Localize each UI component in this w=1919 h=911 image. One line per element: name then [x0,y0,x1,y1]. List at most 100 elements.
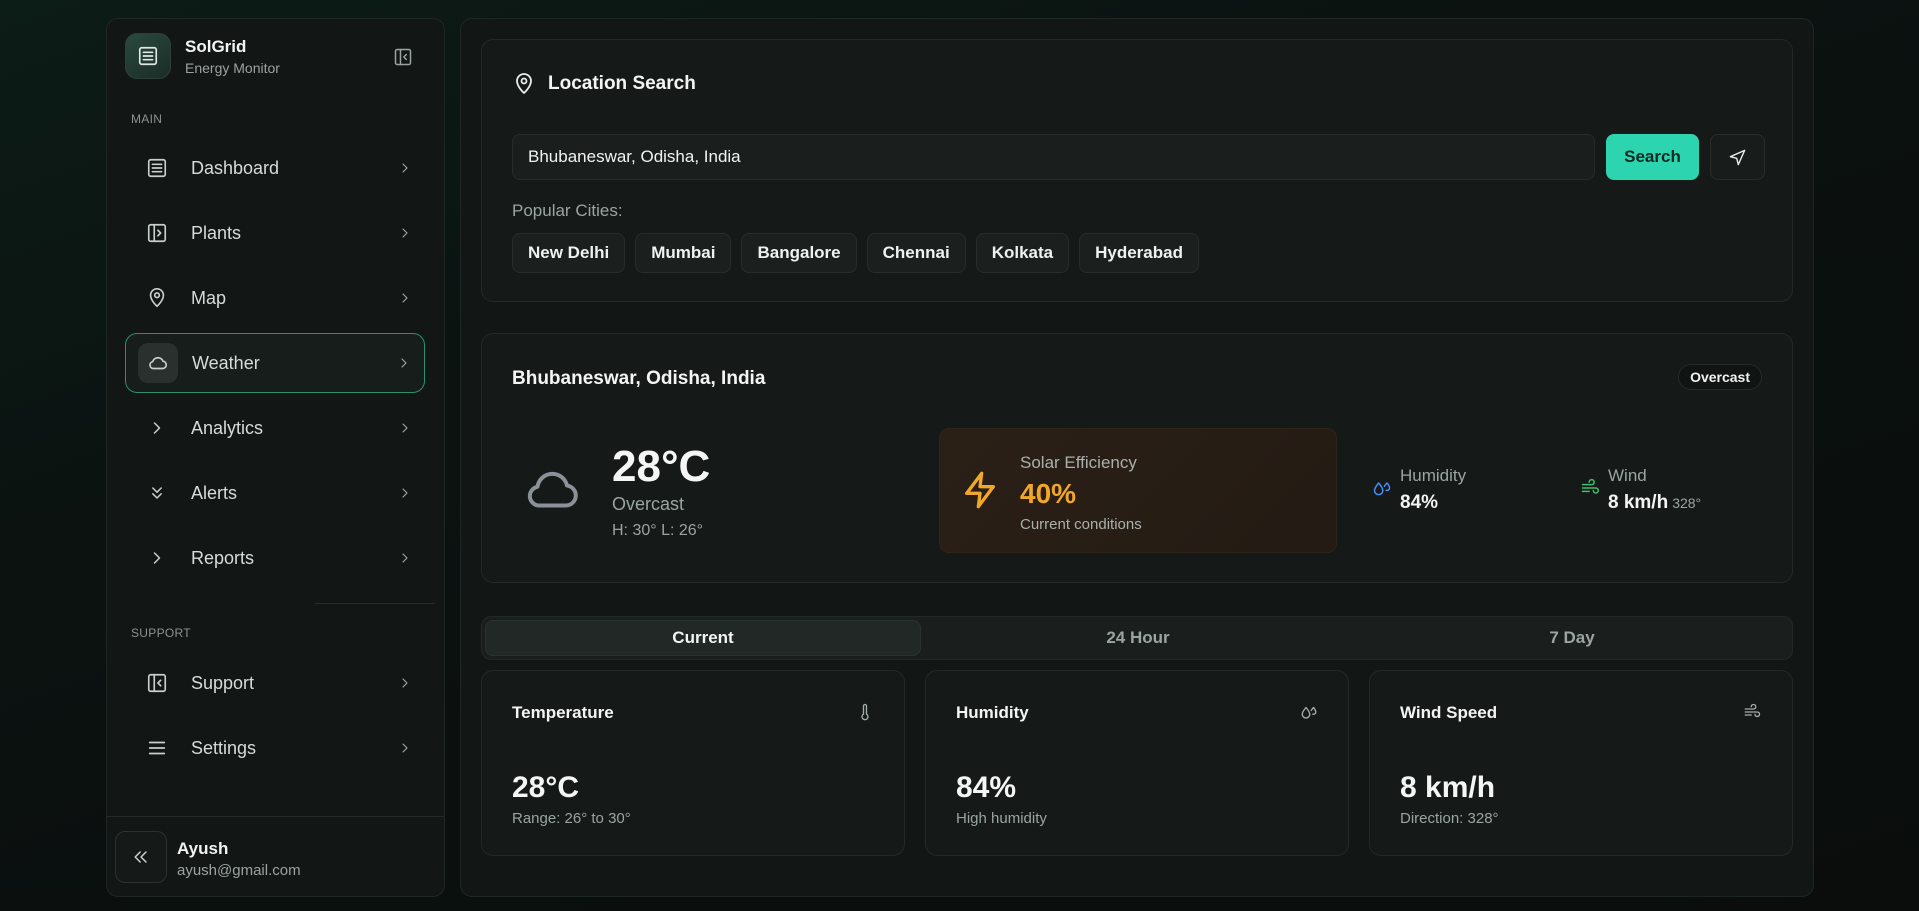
chevron-right-icon [397,675,413,691]
panel-icon [137,213,177,253]
sidebar-item-map[interactable]: Map [125,268,425,328]
sidebar-divider [315,603,435,604]
metric-title: Humidity [956,703,1029,722]
sidebar-item-label: Dashboard [191,157,280,178]
section-label-main: MAIN [131,112,163,126]
metric-sub: High humidity [956,810,1047,827]
sidebar-item-label: Support [191,672,255,693]
search-button[interactable]: Search [1606,134,1699,180]
popular-cities-label: Popular Cities: [512,201,623,220]
chevron-right-icon [137,538,177,578]
chevron-right-icon [397,290,413,306]
metric-title: Temperature [512,703,614,722]
wind-value-group: 8 km/h 328° [1608,492,1701,514]
current-condition: Overcast [612,494,685,514]
chevrons-down-icon [137,473,177,513]
solar-efficiency-label: Solar Efficiency [1020,453,1137,472]
section-label-support: SUPPORT [131,626,191,640]
chevron-right-icon [397,485,413,501]
sidebar-item-plants[interactable]: Plants [125,203,425,263]
chevron-right-icon [397,160,413,176]
sidebar-item-dashboard[interactable]: Dashboard [125,138,425,198]
chevron-right-icon [397,550,413,566]
humidity-value: 84% [1400,492,1439,513]
wind-icon [1580,478,1600,498]
sidebar-item-label: Reports [191,547,255,568]
current-location: Bhubaneswar, Odisha, India [512,368,766,389]
wind-direction: 328° [1672,495,1702,511]
sidebar-item-label: Alerts [191,482,238,503]
city-chip[interactable]: Chennai [866,233,966,273]
metric-sub: Range: 26° to 30° [512,810,631,827]
city-chip[interactable]: Mumbai [635,233,732,273]
location-search-input[interactable] [512,134,1595,180]
chevron-right-icon [137,408,177,448]
chevrons-left-icon[interactable] [115,831,167,883]
sidebar-item-label: Settings [191,737,257,758]
main-content: Location Search Search Popular Cities: N… [460,18,1814,897]
droplets-icon [1372,478,1392,498]
metric-sub: Direction: 328° [1400,810,1499,827]
city-chip[interactable]: Kolkata [975,233,1070,273]
tab-current[interactable]: Current [485,620,921,656]
humidity-card: Humidity 84% High humidity [925,670,1349,856]
thermometer-icon [856,703,874,721]
metric-value: 84% [956,771,1017,804]
map-pin-icon [512,72,536,96]
solar-efficiency-value: 40% [1020,478,1077,509]
current-temperature: 28°C [612,442,711,491]
sidebar: SolGrid Energy Monitor MAIN Dashboard Pl… [106,18,445,897]
popular-cities: New Delhi Mumbai Bangalore Chennai Kolka… [512,233,1199,273]
solar-efficiency-panel: Solar Efficiency 40% Current conditions [939,428,1337,553]
chevron-right-icon [397,420,413,436]
high-low: H: 30° L: 26° [612,522,704,539]
humidity-label: Humidity [1400,466,1467,485]
metric-title: Wind Speed [1400,703,1498,722]
chevron-right-icon [397,740,413,756]
temperature-card: Temperature 28°C Range: 26° to 30° [481,670,905,856]
chevron-right-icon [396,355,412,371]
cloud-icon [522,464,582,512]
chevron-right-icon [397,225,413,241]
sidebar-item-alerts[interactable]: Alerts [125,463,425,523]
sidebar-item-label: Analytics [191,417,264,438]
sidebar-item-label: Weather [192,352,260,373]
map-pin-icon [137,278,177,318]
condition-badge: Overcast [1678,364,1762,390]
cloud-icon [138,343,178,383]
solar-efficiency-sub: Current conditions [1020,516,1142,533]
sidebar-item-weather[interactable]: Weather [125,333,425,393]
panel-left-icon [137,663,177,703]
sidebar-item-support[interactable]: Support [125,653,425,713]
wind-icon [1742,703,1762,721]
city-chip[interactable]: Hyderabad [1079,233,1199,273]
metric-value: 8 km/h [1400,771,1496,804]
sidebar-item-settings[interactable]: Settings [125,718,425,778]
logo-icon [125,33,171,79]
tab-7-day[interactable]: 7 Day [1355,620,1789,656]
location-search-card: Location Search Search Popular Cities: N… [481,39,1793,302]
card-title-text: Location Search [548,73,696,94]
collapse-sidebar-icon[interactable] [393,47,413,67]
brand-name: SolGrid [185,36,247,56]
wind-value: 8 km/h [1608,492,1669,513]
tab-24-hour[interactable]: 24 Hour [921,620,1355,656]
metric-value: 28°C [512,771,580,804]
sidebar-item-analytics[interactable]: Analytics [125,398,425,458]
wind-speed-card: Wind Speed 8 km/h Direction: 328° [1369,670,1793,856]
sidebar-item-label: Map [191,287,227,308]
navigation-icon[interactable] [1710,134,1765,180]
sidebar-item-reports[interactable]: Reports [125,528,425,588]
forecast-tabs: Current 24 Hour 7 Day [481,616,1793,660]
location-search-title: Location Search [512,72,696,96]
sidebar-item-label: Plants [191,222,242,243]
list-icon [137,148,177,188]
lightning-icon [960,469,1000,511]
user-name: Ayush [177,839,229,858]
droplets-icon [1300,703,1318,721]
city-chip[interactable]: Bangalore [741,233,857,273]
brand-subtitle: Energy Monitor [185,59,280,76]
brand: SolGrid Energy Monitor [125,33,280,79]
current-weather-card: Bhubaneswar, Odisha, India Overcast 28°C… [481,333,1793,583]
city-chip[interactable]: New Delhi [512,233,626,273]
